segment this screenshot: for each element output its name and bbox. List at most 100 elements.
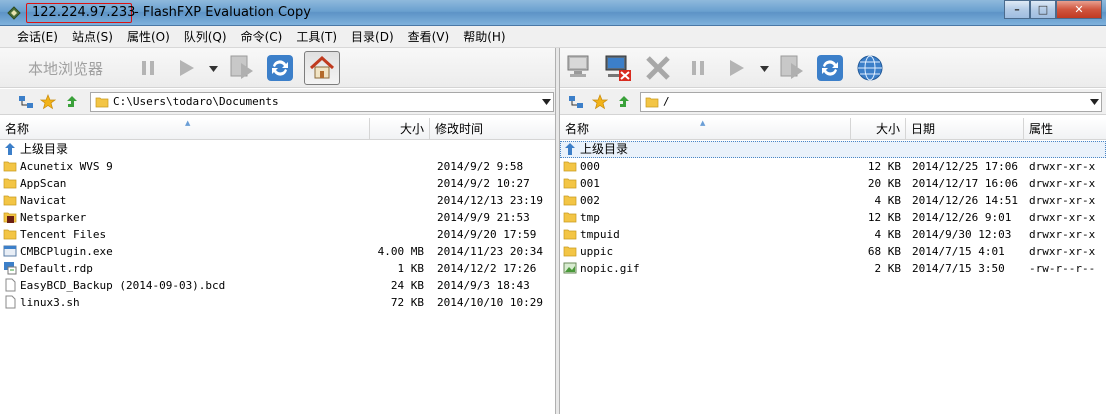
file-attributes: drwxr-xr-x bbox=[1029, 194, 1096, 207]
play-icon[interactable] bbox=[720, 52, 752, 84]
file-date: 2014/12/26 9:01 bbox=[912, 211, 1012, 224]
remote-file-list: 上级目录 000 12 KB 2014/12/25 17:06 drwxr-xr… bbox=[560, 141, 1106, 277]
file-date: 2014/12/17 16:06 bbox=[912, 177, 1018, 190]
file-date: 2014/9/20 17:59 bbox=[437, 228, 537, 241]
up-arrow-icon bbox=[5, 143, 15, 155]
file-name: nopic.gif bbox=[580, 262, 640, 275]
flashfxp-logo-icon bbox=[7, 6, 21, 20]
refresh-icon[interactable] bbox=[814, 52, 846, 84]
column-name[interactable]: 名称 bbox=[560, 118, 851, 140]
table-row[interactable]: Tencent Files 2014/9/20 17:59 bbox=[0, 226, 555, 243]
local-path-input[interactable]: C:\Users\todaro\Documents bbox=[90, 92, 554, 112]
remote-toolbar bbox=[560, 48, 1106, 88]
file-size: 20 KB bbox=[867, 177, 901, 190]
path-dropdown-icon[interactable] bbox=[542, 98, 551, 106]
local-browser-label[interactable]: 本地浏览器 bbox=[28, 58, 103, 79]
menu-help[interactable]: 帮助(H) bbox=[456, 26, 512, 47]
file-attributes: drwxr-xr-x bbox=[1029, 245, 1096, 258]
site-manager-icon[interactable] bbox=[18, 94, 34, 110]
file-date: 2014/12/25 17:06 bbox=[912, 160, 1018, 173]
local-file-list: 上级目录 Acunetix WVS 9 2014/9/2 9:58 AppSca… bbox=[0, 141, 555, 311]
menu-sites[interactable]: 站点(S) bbox=[65, 26, 120, 47]
file-date: 2014/9/2 10:27 bbox=[437, 177, 530, 190]
file-icon bbox=[5, 295, 16, 309]
menu-commands[interactable]: 命令(C) bbox=[234, 26, 290, 47]
folder-icon bbox=[95, 97, 109, 108]
chevron-down-icon[interactable] bbox=[209, 64, 218, 73]
table-row[interactable]: tmpuid 4 KB 2014/9/30 12:03 drwxr-xr-x bbox=[560, 226, 1106, 243]
local-toolbar: 本地浏览器 bbox=[0, 48, 555, 88]
folder-icon bbox=[645, 97, 659, 108]
star-favorites-icon[interactable] bbox=[40, 94, 56, 110]
play-icon[interactable] bbox=[170, 52, 202, 84]
column-date[interactable]: 日期 bbox=[906, 118, 1024, 140]
file-date: 2014/9/2 9:58 bbox=[437, 160, 524, 173]
table-row[interactable]: Acunetix WVS 9 2014/9/2 9:58 bbox=[0, 158, 555, 175]
image-icon bbox=[563, 262, 577, 274]
path-dropdown-icon[interactable] bbox=[1090, 98, 1099, 106]
remote-address-bar: / bbox=[560, 89, 1106, 115]
menu-tools[interactable]: 工具(T) bbox=[289, 26, 344, 47]
parent-folder-arrow-icon[interactable] bbox=[64, 94, 80, 110]
pause-icon[interactable] bbox=[682, 52, 714, 84]
pause-icon[interactable] bbox=[132, 52, 164, 84]
home-icon[interactable] bbox=[304, 51, 340, 85]
up-arrow-icon bbox=[565, 143, 575, 155]
table-row[interactable]: CMBCPlugin.exe 4.00 MB 2014/11/23 20:34 bbox=[0, 243, 555, 260]
file-name: AppScan bbox=[20, 177, 67, 190]
table-row[interactable]: uppic 68 KB 2014/7/15 4:01 drwxr-xr-x bbox=[560, 243, 1106, 260]
table-row[interactable]: nopic.gif 2 KB 2014/7/15 3:50 -rw-r--r-- bbox=[560, 260, 1106, 277]
table-row[interactable]: EasyBCD_Backup (2014-09-03).bcd 24 KB 20… bbox=[0, 277, 555, 294]
column-modified[interactable]: 修改时间 bbox=[430, 118, 556, 140]
star-favorites-icon[interactable] bbox=[592, 94, 608, 110]
table-row[interactable]: 001 20 KB 2014/12/17 16:06 drwxr-xr-x bbox=[560, 175, 1106, 192]
remote-path-input[interactable]: / bbox=[640, 92, 1102, 112]
menu-session[interactable]: 会话(E) bbox=[10, 26, 65, 47]
table-row[interactable]: Netsparker 2014/9/9 21:53 bbox=[0, 209, 555, 226]
remote-column-header: 名称 ▲ 大小 日期 属性 bbox=[560, 118, 1106, 140]
menu-directory[interactable]: 目录(D) bbox=[344, 26, 401, 47]
transfer-icon[interactable] bbox=[226, 52, 258, 84]
table-row[interactable]: linux3.sh 72 KB 2014/10/10 10:29 bbox=[0, 294, 555, 311]
local-path-text: C:\Users\todaro\Documents bbox=[113, 95, 279, 108]
file-attributes: drwxr-xr-x bbox=[1029, 160, 1096, 173]
menu-view[interactable]: 查看(V) bbox=[401, 26, 457, 47]
parent-folder-arrow-icon[interactable] bbox=[616, 94, 632, 110]
table-row[interactable]: tmp 12 KB 2014/12/26 9:01 drwxr-xr-x bbox=[560, 209, 1106, 226]
file-date: 2014/7/15 4:01 bbox=[912, 245, 1005, 258]
folder-icon bbox=[3, 195, 17, 206]
file-size: 12 KB bbox=[867, 160, 901, 173]
folder-icon bbox=[563, 178, 577, 189]
parent-directory-row[interactable]: 上级目录 bbox=[0, 141, 555, 158]
column-size[interactable]: 大小 bbox=[370, 118, 430, 140]
table-row[interactable]: 002 4 KB 2014/12/26 14:51 drwxr-xr-x bbox=[560, 192, 1106, 209]
menu-queue[interactable]: 队列(Q) bbox=[177, 26, 234, 47]
minimize-button[interactable]: – bbox=[1004, 0, 1030, 19]
menu-options[interactable]: 属性(O) bbox=[120, 26, 177, 47]
column-size[interactable]: 大小 bbox=[851, 118, 906, 140]
file-date: 2014/9/3 18:43 bbox=[437, 279, 530, 292]
globe-icon[interactable] bbox=[854, 52, 886, 84]
table-row[interactable]: Default.rdp 1 KB 2014/12/2 17:26 bbox=[0, 260, 555, 277]
abort-x-icon[interactable] bbox=[642, 52, 674, 84]
file-name: Tencent Files bbox=[20, 228, 107, 241]
site-manager-icon[interactable] bbox=[568, 94, 584, 110]
folder-icon bbox=[563, 212, 577, 223]
connect-icon[interactable] bbox=[564, 52, 596, 84]
file-date: 2014/12/2 17:26 bbox=[437, 262, 537, 275]
table-row[interactable]: AppScan 2014/9/2 10:27 bbox=[0, 175, 555, 192]
exe-icon bbox=[3, 245, 17, 257]
table-row[interactable]: 000 12 KB 2014/12/25 17:06 drwxr-xr-x bbox=[560, 158, 1106, 175]
column-attributes[interactable]: 属性 bbox=[1024, 118, 1106, 140]
file-size: 2 KB bbox=[874, 262, 902, 275]
disconnect-icon[interactable] bbox=[602, 52, 634, 84]
transfer-icon[interactable] bbox=[776, 52, 808, 84]
chevron-down-icon[interactable] bbox=[760, 64, 769, 73]
maximize-button[interactable]: □ bbox=[1030, 0, 1056, 19]
close-button[interactable]: ✕ bbox=[1056, 0, 1102, 19]
file-size: 72 KB bbox=[390, 296, 424, 309]
refresh-icon[interactable] bbox=[264, 52, 296, 84]
parent-directory-row[interactable]: 上级目录 bbox=[560, 141, 1106, 158]
file-attributes: drwxr-xr-x bbox=[1029, 177, 1096, 190]
table-row[interactable]: Navicat 2014/12/13 23:19 bbox=[0, 192, 555, 209]
